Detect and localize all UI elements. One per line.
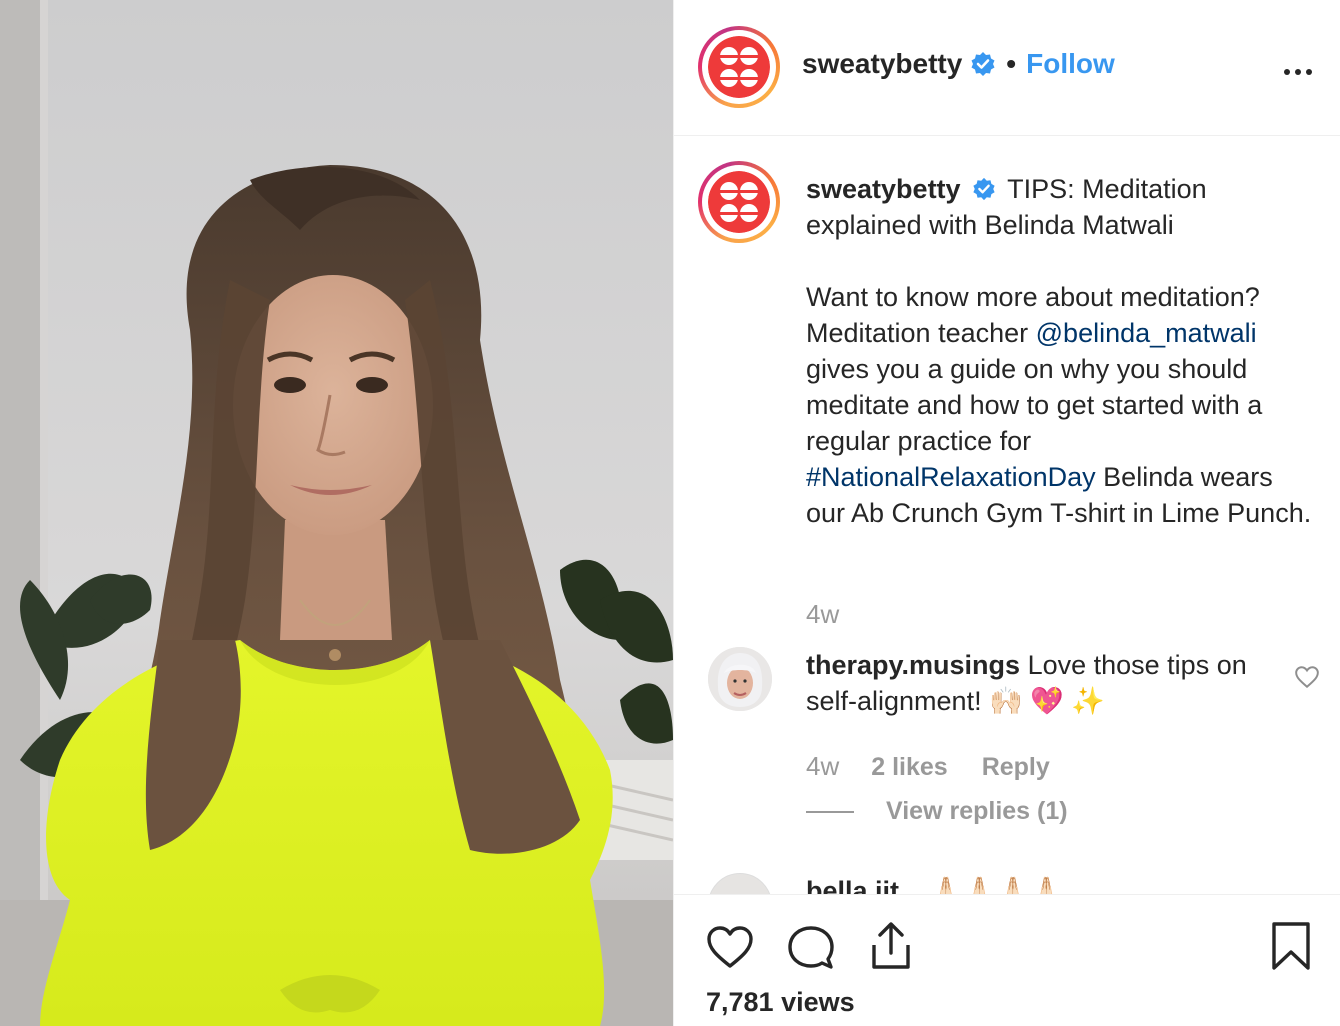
caption-timestamp[interactable]: 4w [806,599,839,630]
post-side-panel: sweatybetty • Follow sweatybetty TIPS: M… [673,0,1340,1026]
brand-logo [708,36,770,98]
commenter-avatar[interactable] [708,647,772,711]
profile-avatar[interactable] [698,26,780,108]
comment-icon[interactable] [788,925,834,971]
caption-avatar[interactable] [698,161,780,243]
comment-body: therapy.musings Love those tips on self-… [806,647,1266,719]
header-user: sweatybetty • Follow [802,48,1115,80]
header-separator: • [1006,48,1017,79]
view-replies-label: View replies (1) [886,797,1068,825]
post-media[interactable] [0,0,673,1026]
post-caption: sweatybetty TIPS: Meditation explained w… [806,171,1316,531]
bookmark-icon[interactable] [1271,921,1311,971]
replies-divider [806,810,854,813]
post-photo [0,0,673,1026]
post-actions: 7,781 views [674,894,1340,1026]
comment-meta: 4w 2 likes Reply [806,751,1050,782]
follow-button[interactable]: Follow [1026,48,1115,80]
comment-likes[interactable]: 2 likes [871,753,947,782]
comment-timestamp[interactable]: 4w [806,751,839,782]
avatar-inner [702,30,776,104]
more-icon-glyph [1284,69,1312,75]
hashtag-link[interactable]: #NationalRelaxationDay [806,462,1096,492]
avatar-inner [702,165,776,239]
mention-link[interactable]: @belinda_matwali [1036,318,1257,348]
reply-button[interactable]: Reply [982,753,1050,782]
header-username[interactable]: sweatybetty [802,48,962,80]
caption-body-b: gives you a guide on why you should medi… [806,354,1263,456]
caption-body: Want to know more about meditation? Medi… [806,279,1316,531]
verified-icon [973,177,995,201]
brand-logo [708,171,770,233]
next-comment-text: bella.ijt... 🙏🏻🙏🏻🙏🏻🙏🏻 [806,876,1064,894]
comments-list[interactable]: sweatybetty TIPS: Meditation explained w… [674,137,1340,894]
more-icon[interactable] [1283,50,1313,84]
caption-username[interactable]: sweatybetty [806,174,961,204]
comment-like-heart-icon[interactable] [1294,664,1320,690]
post-header: sweatybetty • Follow [674,0,1340,136]
comment-username[interactable]: therapy.musings [806,650,1020,680]
caption-first-paragraph: sweatybetty TIPS: Meditation explained w… [806,171,1316,243]
heart-icon[interactable] [706,925,754,969]
view-count[interactable]: 7,781 views [706,987,855,1018]
next-commenter-avatar[interactable] [708,873,772,894]
share-icon[interactable] [868,921,914,971]
verified-icon [971,52,995,76]
view-replies-button[interactable]: View replies (1) [806,797,1068,826]
commenter-avatar-image [708,647,772,711]
